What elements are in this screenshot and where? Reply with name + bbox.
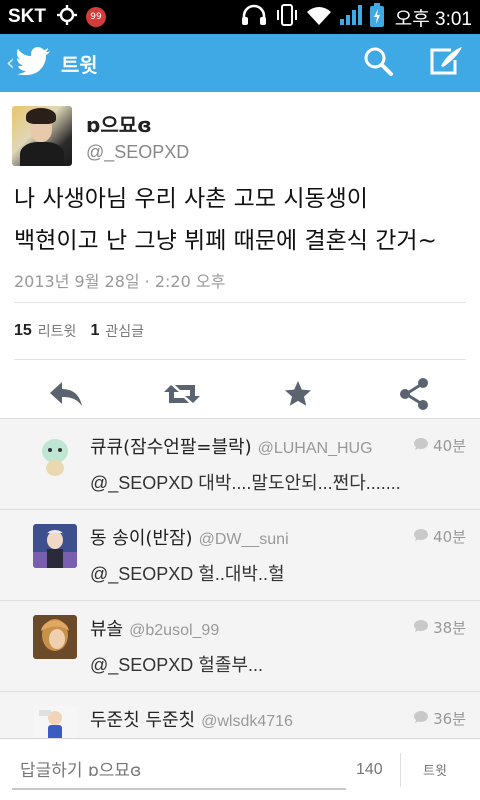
reply-author-name: 뷰솔 [90, 619, 124, 640]
reply-text: @_SEOPXD 헐졸부... [90, 655, 263, 675]
retweet-icon [163, 381, 201, 411]
reply-author-handle: @LUHAN_HUG [257, 440, 373, 457]
reply-compose-bar: 답글하기 ɒ으묘ɞ 140 트윗 [0, 738, 480, 800]
author-handle: @_SEOPXD [86, 142, 190, 162]
tweet-author[interactable]: ɒ으묘ɞ @_SEOPXD [0, 92, 480, 168]
back-button[interactable]: ‹ 트윗 [0, 34, 98, 92]
retweet-count[interactable]: 15 [14, 322, 32, 340]
compose-icon [429, 46, 463, 80]
share-icon [399, 378, 429, 414]
comment-icon [413, 710, 429, 728]
reply-avatar[interactable] [33, 524, 77, 568]
reply-time-label: 36분 [433, 710, 466, 728]
comment-icon [413, 437, 429, 455]
page-title: 트윗 [60, 52, 98, 77]
reply-icon [49, 381, 83, 411]
tweet-stats: 15 리트윗 1 관심글 [0, 303, 480, 359]
reply-time-label: 40분 [433, 528, 466, 546]
action-bar: ‹ 트윗 [0, 34, 480, 92]
reply-time: 40분 [413, 526, 466, 547]
reply-author-name: 두준칫 두준칫 [90, 710, 196, 731]
tweet-text-line: 나 사생아님 우리 사촌 고모 시동생이 [14, 186, 368, 212]
battery-charging-icon [369, 3, 384, 31]
reply-avatar[interactable] [33, 615, 77, 659]
reply-time-label: 40분 [433, 437, 466, 455]
reply-list[interactable]: 큐큐(잠수언팔=블락) @LUHAN_HUG 40분 @_SEOPXD 대박..… [0, 418, 480, 738]
twitter-bird-icon [16, 47, 51, 79]
author-avatar[interactable] [12, 106, 72, 166]
reply-item[interactable]: 동 송이(반잠) @DW__suni 40분 @_SEOPXD 헐..대박..헐 [0, 510, 480, 601]
search-button[interactable] [344, 34, 412, 92]
reply-input[interactable]: 답글하기 ɒ으묘ɞ [12, 750, 346, 790]
vibrate-icon [275, 3, 299, 31]
tweet-text-line: 백현이고 난 그냥 뷔페 때문에 결혼식 간거~ [14, 228, 437, 254]
favorite-count[interactable]: 1 [90, 322, 99, 340]
status-bar: SKT 99 오후 3:01 [0, 0, 480, 34]
tweet-timestamp: 2013년 9월 28일 · 2:20 오후 [14, 272, 226, 291]
retweet-label[interactable]: 리트윗 [38, 321, 77, 341]
gps-icon [56, 4, 78, 30]
reply-avatar[interactable] [33, 433, 77, 477]
reply-author-name: 큐큐(잠수언팔=블락) [90, 437, 252, 458]
divider [400, 752, 401, 787]
reply-text: @_SEOPXD 대박....말도안되...쩐다....... [90, 473, 401, 493]
reply-item[interactable]: 뷰솔 @b2usol_99 38분 @_SEOPXD 헐졸부... [0, 601, 480, 692]
retweet-button[interactable] [142, 366, 222, 426]
reply-author-name: 동 송이(반잠) [90, 528, 193, 549]
char-count: 140 [356, 760, 383, 778]
reply-time: 36분 [413, 708, 466, 729]
carrier-label: SKT [8, 6, 46, 27]
reply-text: @_SEOPXD 헐..대박..헐 [90, 564, 285, 584]
favorite-button[interactable] [258, 366, 338, 426]
reply-time: 38분 [413, 617, 466, 638]
reply-author-handle: @wlsdk4716 [201, 713, 293, 730]
reply-avatar[interactable] [33, 706, 77, 738]
tweet-detail: ɒ으묘ɞ @_SEOPXD 나 사생아님 우리 사촌 고모 시동생이 백현이고 … [0, 92, 480, 432]
signal-icon [339, 4, 363, 30]
compose-button[interactable] [412, 34, 480, 92]
comment-icon [413, 528, 429, 546]
reply-item[interactable]: 두준칫 두준칫 @wlsdk4716 36분 [0, 692, 480, 738]
tweet-text: 나 사생아님 우리 사촌 고모 시동생이 백현이고 난 그냥 뷔페 때문에 결혼… [0, 168, 480, 262]
reply-time-label: 38분 [433, 619, 466, 637]
wifi-icon [306, 4, 332, 30]
comment-icon [413, 619, 429, 637]
headphones-icon [240, 4, 268, 30]
berry-icon: 99 [86, 7, 106, 27]
reply-author-handle: @b2usol_99 [129, 622, 220, 639]
search-icon [362, 45, 394, 81]
reply-time: 40분 [413, 435, 466, 456]
favorite-star-icon [284, 380, 312, 412]
reply-author-handle: @DW__suni [198, 531, 289, 548]
reply-button[interactable] [26, 366, 106, 426]
reply-item[interactable]: 큐큐(잠수언팔=블락) @LUHAN_HUG 40분 @_SEOPXD 대박..… [0, 419, 480, 510]
share-button[interactable] [374, 366, 454, 426]
author-name: ɒ으묘ɞ [86, 113, 152, 137]
send-tweet-button[interactable]: 트윗 [423, 760, 447, 779]
back-chevron-icon: ‹ [6, 50, 15, 76]
favorite-label[interactable]: 관심글 [105, 321, 144, 341]
status-clock: 오후 3:01 [394, 8, 472, 30]
